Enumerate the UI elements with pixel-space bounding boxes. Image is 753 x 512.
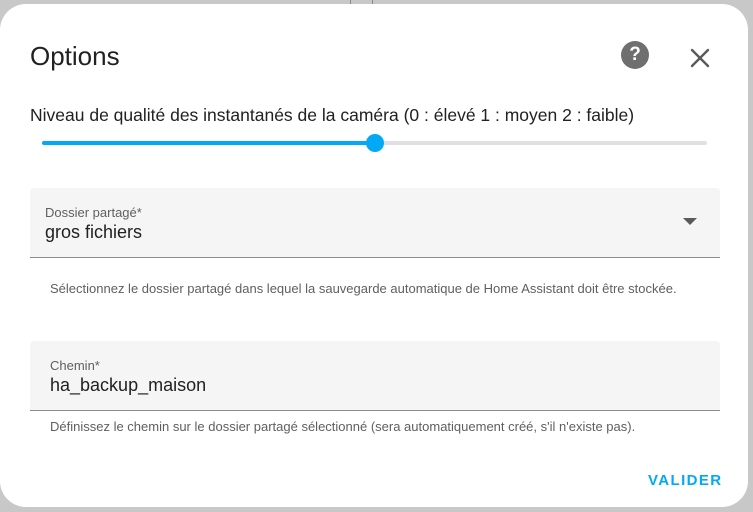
path-input[interactable]: Chemin* ha_backup_maison [30, 341, 720, 411]
shared-folder-select[interactable]: Dossier partagé* gros fichiers [30, 188, 720, 258]
help-icon[interactable]: ? [621, 41, 649, 69]
shared-folder-value: gros fichiers [45, 222, 143, 242]
slider-fill [42, 141, 375, 145]
quality-slider[interactable] [42, 134, 707, 152]
submit-button[interactable]: VALIDER [648, 472, 723, 489]
close-icon-glyph [690, 48, 710, 68]
path-value: ha_backup_maison [50, 375, 207, 395]
path-helper: Définissez le chemin sur le dossier part… [50, 419, 636, 434]
options-dialog: Options ? Niveau de qualité des instanta… [0, 4, 748, 507]
path-label: Chemin* [50, 358, 100, 373]
close-icon[interactable] [686, 44, 714, 72]
dropdown-arrow-icon[interactable] [683, 218, 697, 225]
shared-folder-label: Dossier partagé* [45, 205, 142, 220]
shared-folder-helper: Sélectionnez le dossier partagé dans leq… [50, 281, 677, 296]
dialog-title: Options [30, 41, 120, 71]
slider-label: Niveau de qualité des instantanés de la … [30, 105, 635, 125]
slider-thumb[interactable] [365, 134, 384, 152]
